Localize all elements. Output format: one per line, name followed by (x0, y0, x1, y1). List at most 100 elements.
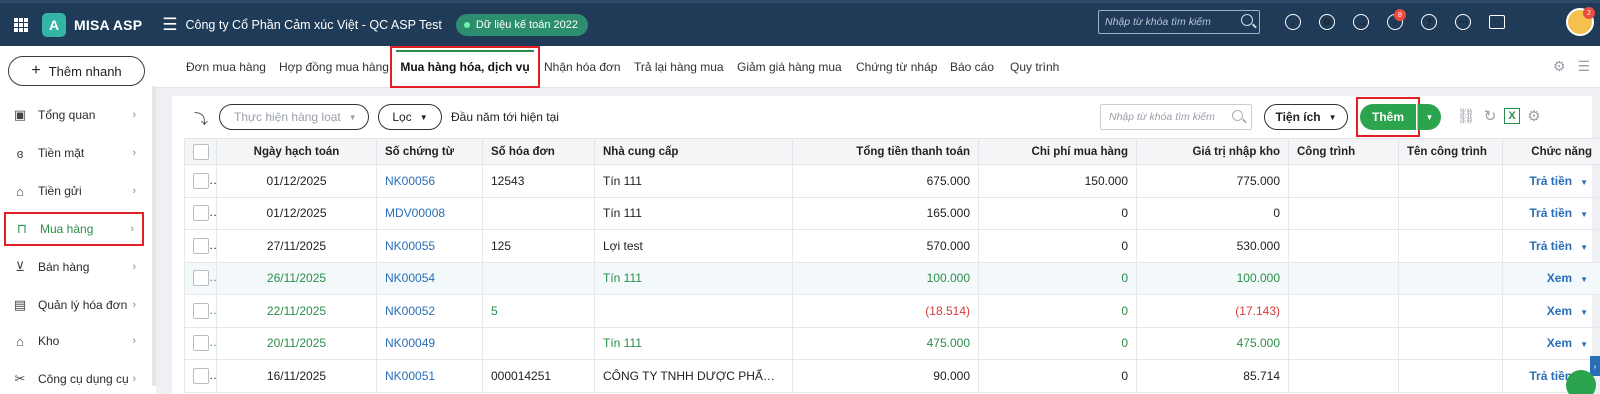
search-icon[interactable] (1241, 14, 1253, 26)
refresh-icon[interactable]: ↻ (1480, 106, 1500, 126)
chevron-down-icon[interactable]: ▼ (1580, 275, 1588, 284)
tab-process[interactable]: Quy trình (1010, 46, 1059, 88)
settings-gear-icon[interactable]: ⚙ (1524, 106, 1544, 126)
add-dropdown-button[interactable]: ▼ (1417, 104, 1441, 130)
cell-doc-link[interactable]: NK00055 (376, 229, 483, 263)
tab-reports[interactable]: Báo cáo (950, 46, 994, 88)
cell-doc-link[interactable]: NK00052 (376, 294, 483, 328)
col-header-actions[interactable]: Chức năng (1502, 138, 1600, 165)
sidebar-item-overview[interactable]: ▣ Tổng quan › (4, 100, 144, 130)
tab-draft-vouchers[interactable]: Chứng từ nháp (856, 46, 937, 88)
sort-arrow-icon[interactable]: ⤵ (194, 109, 208, 129)
col-header-invoice-number[interactable]: Số hóa đơn (482, 138, 595, 165)
action-link[interactable]: Xem (1547, 336, 1572, 350)
sidebar-scrollbar[interactable] (152, 86, 156, 386)
cell-action[interactable]: Xem ▼ (1502, 326, 1600, 360)
apps-grid-icon[interactable] (4, 8, 38, 42)
cell-action[interactable]: Trả tiền ▼ (1502, 196, 1600, 230)
list-view-icon[interactable]: ☰ (1577, 58, 1590, 75)
tab-receive-invoice[interactable]: Nhận hóa đơn (544, 46, 621, 88)
action-link[interactable]: Trả tiền (1529, 239, 1572, 253)
col-header-project-name[interactable]: Tên công trình (1398, 138, 1503, 165)
hamburger-menu-icon[interactable]: ☰ (162, 15, 177, 35)
app-logo[interactable]: A MISA ASP (42, 12, 142, 37)
table-row[interactable]: 26/11/2025 NK00054 Tín 111 100.000 0 100… (184, 261, 1600, 295)
chevron-down-icon[interactable]: ▼ (1580, 210, 1588, 219)
sidebar-item-invoices[interactable]: ▤ Quản lý hóa đơn › (4, 290, 144, 320)
col-header-total[interactable]: Tổng tiền thanh toán (792, 138, 979, 165)
cell-action[interactable]: Xem ▼ (1502, 261, 1600, 295)
global-search-input[interactable]: Nhập từ khóa tìm kiếm (1098, 10, 1260, 34)
more-icon[interactable]: ⋯ (1450, 9, 1476, 35)
col-header-date[interactable]: Ngày hạch toán (216, 138, 377, 165)
cell-doc-link[interactable]: NK00054 (376, 261, 483, 295)
cell-doc-link[interactable]: MDV00008 (376, 196, 483, 230)
settings-gear-icon[interactable]: ⚙ (1314, 9, 1340, 35)
action-link[interactable]: Trả tiền (1529, 174, 1572, 188)
col-header-project[interactable]: Công trình (1288, 138, 1399, 165)
help-icon[interactable]: ? (1416, 9, 1442, 35)
cell-doc-link[interactable]: NK00051 (376, 359, 483, 393)
sidebar-item-sales[interactable]: ⊻ Bán hàng › (4, 252, 144, 282)
row-checkbox[interactable] (184, 229, 217, 263)
tab-purchase-goods-services[interactable]: Mua hàng hóa, dịch vụ (390, 46, 540, 88)
settings-gear-icon[interactable]: ⚙ (1553, 58, 1566, 75)
sidebar-item-warehouse[interactable]: ⌂ Kho › (4, 326, 144, 356)
col-header-supplier[interactable]: Nhà cung cấp (594, 138, 793, 165)
sidebar-item-purchase[interactable]: ⊓ Mua hàng › (4, 212, 144, 246)
action-link[interactable]: Trả tiền (1529, 206, 1572, 220)
row-checkbox[interactable] (184, 326, 217, 360)
row-checkbox[interactable] (184, 164, 217, 198)
chevron-down-icon[interactable]: ▼ (1580, 178, 1588, 187)
list-search-input[interactable]: Nhập từ khóa tìm kiếm (1100, 104, 1252, 130)
cell-doc-link[interactable]: NK00049 (376, 326, 483, 360)
col-header-stock-value[interactable]: Giá trị nhập kho (1136, 138, 1289, 165)
side-expand-tab[interactable]: › (1590, 356, 1600, 376)
sidebar-item-bank[interactable]: ⌂ Tiền gửi › (4, 176, 144, 206)
table-row[interactable]: 01/12/2025 NK00056 12543 Tín 111 675.000… (184, 164, 1600, 198)
table-row[interactable]: 27/11/2025 NK00055 125 Lợi test 570.000 … (184, 229, 1600, 263)
table-row[interactable]: 01/12/2025 MDV00008 Tín 111 165.000 0 0 … (184, 196, 1600, 230)
chevron-down-icon[interactable]: ▼ (1580, 308, 1588, 317)
col-header-doc-number[interactable]: Số chứng từ (376, 138, 483, 165)
chevron-down-icon[interactable]: ▼ (1580, 340, 1588, 349)
data-year-badge[interactable]: Dữ liệu kế toán 2022 (455, 13, 589, 36)
utility-dropdown[interactable]: Tiện ích ▼ (1264, 104, 1348, 130)
cell-doc-link[interactable]: NK00056 (376, 164, 483, 198)
cell-action[interactable]: Trả tiền ▼ (1502, 164, 1600, 198)
tab-purchase-return[interactable]: Trả lại hàng mua (634, 46, 724, 88)
filter-button[interactable]: Lọc ▼ (378, 104, 442, 130)
notification-bell-icon[interactable]: ♪ 8 (1382, 9, 1408, 35)
user-avatar[interactable]: 2 (1566, 7, 1595, 36)
row-checkbox[interactable] (184, 196, 217, 230)
flow-icon[interactable]: ⛓ (1456, 106, 1476, 126)
support-chat-icon[interactable] (1566, 370, 1596, 394)
search-icon[interactable] (1232, 110, 1243, 121)
tab-purchase-contracts[interactable]: Hợp đồng mua hàng (279, 46, 389, 88)
download-icon[interactable]: ↓ (1280, 9, 1306, 35)
cell-action[interactable]: Xem ▼ (1502, 294, 1600, 328)
tab-purchase-orders[interactable]: Đơn mua hàng (186, 46, 266, 88)
chat-icon[interactable]: … (1348, 9, 1374, 35)
cell-action[interactable]: Trả tiền ▼ (1502, 229, 1600, 263)
action-link[interactable]: Xem (1547, 304, 1572, 318)
excel-export-icon[interactable]: X (1504, 108, 1520, 124)
chevron-down-icon[interactable]: ▼ (1580, 243, 1588, 252)
quick-add-button[interactable]: + Thêm nhanh (8, 56, 145, 86)
row-checkbox[interactable] (184, 294, 217, 328)
table-row[interactable]: 22/11/2025 NK00052 5 (18.514) 0 (17.143)… (184, 294, 1600, 328)
sidebar-item-tools[interactable]: ✂ Công cụ dụng cụ › (4, 364, 144, 394)
row-checkbox[interactable] (184, 261, 217, 295)
sidebar-item-cash[interactable]: ɞ Tiền mặt › (4, 138, 144, 168)
batch-action-dropdown[interactable]: Thực hiện hàng loạt ▼ (219, 104, 369, 130)
company-name[interactable]: Công ty Cổ Phần Cảm xúc Việt - QC ASP Te… (186, 18, 442, 32)
col-header-purchase-cost[interactable]: Chi phí mua hàng (978, 138, 1137, 165)
table-row[interactable]: 16/11/2025 NK00051 000014251 CÔNG TY TNH… (184, 359, 1600, 393)
tab-purchase-discount[interactable]: Giảm giá hàng mua (737, 46, 842, 88)
action-link[interactable]: Xem (1547, 271, 1572, 285)
checklist-icon[interactable] (1484, 9, 1510, 35)
select-all-checkbox[interactable] (184, 138, 217, 165)
add-button[interactable]: Thêm (1360, 104, 1416, 130)
table-row[interactable]: 20/11/2025 NK00049 Tín 111 475.000 0 475… (184, 326, 1600, 360)
row-checkbox[interactable] (184, 359, 217, 393)
